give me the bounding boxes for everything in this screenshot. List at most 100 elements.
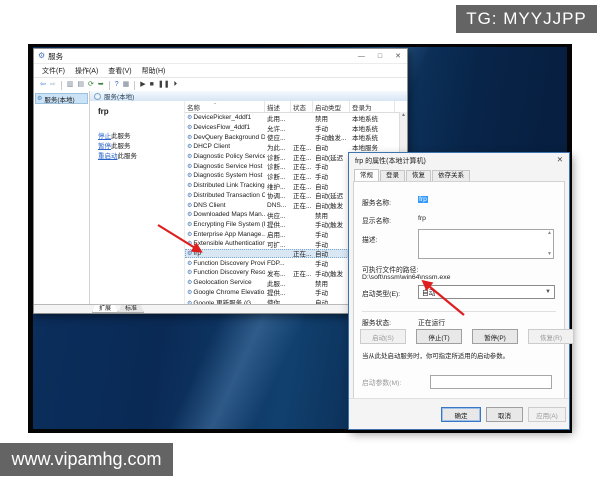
column-header[interactable]: 名称ˆ [185,101,265,112]
startup-params-input[interactable] [430,375,552,389]
close-icon[interactable]: ✕ [395,52,401,60]
startup-type-cell: 自动 [313,142,350,152]
service-name-cell: ⚙Function Discovery Provi... [185,260,265,267]
resume-button: 恢复(R) [528,329,574,344]
startup-type-cell: 手动(触发 [313,219,350,229]
description-input[interactable]: ▲ ▼ [418,229,554,259]
service-gear-icon: ⚙ [187,125,192,131]
tree-item-services-local[interactable]: ⚙ 服务(本地) [35,93,88,104]
dialog-tab[interactable]: 常规 [354,169,379,181]
dialog-tab[interactable]: 恢复 [406,170,431,181]
service-gear-icon: ⚙ [187,164,192,170]
properties-icon[interactable]: ▤ [77,80,84,90]
service-gear-icon: ⚙ [187,270,192,276]
startup-type-cell: 禁用 [313,210,350,220]
link-rest-text: 此服务 [111,133,131,140]
table-row[interactable]: ⚙DevicePicker_4ddf1此用...禁用本地系统 [185,113,407,123]
startup-type-select[interactable]: 自动 ▼ [418,285,555,299]
menu-item[interactable]: 查看(V) [103,66,136,76]
status-cell: 正在... [291,190,313,200]
description-cell: 发布... [265,268,291,278]
frp-properties-dialog: frp 的属性(本地计算机) ✕ 常规登录恢复依存关系 服务名称: frp 显示… [348,152,570,430]
startup-type-cell: 手动 [313,171,350,181]
extended-view-icon[interactable]: ▦ [123,80,130,90]
forward-icon[interactable]: ⇨ [50,80,56,90]
logon-cell: 本地系统 [350,123,395,133]
service-action-link[interactable]: 暂停此服务 [98,142,184,152]
column-header[interactable]: 启动类型 [313,101,350,112]
selected-service-panel: frp 停止此服务暂停此服务重启动此服务 [90,101,184,305]
service-action-link[interactable]: 停止此服务 [98,132,184,142]
services-titlebar[interactable]: ⚙ 服务 — □ ✕ [34,49,407,63]
description-cell: 诊断... [265,161,291,171]
pause-service-icon[interactable]: ❚❚ [158,80,170,90]
start-service-icon[interactable]: ▶ [140,80,145,90]
menu-item[interactable]: 帮助(H) [137,66,171,76]
description-cell: 使应... [265,132,291,142]
toolbar-separator [61,81,62,90]
back-icon[interactable]: ⇦ [40,80,46,90]
status-cell: 正在... [291,268,313,278]
screenshot-frame: ⚙ 服务 — □ ✕ 文件(F)操作(A)查看(V)帮助(H) ⇦ ⇨ ▥▤ ⟳ ➥? ▦… [28,44,572,433]
link-hot-text[interactable]: 停止 [98,133,111,140]
startup-params-label: 启动参数(M): [362,377,401,387]
dialog-tab[interactable]: 登录 [380,170,405,181]
service-name-cell: ⚙Function Discovery Reso... [185,269,265,276]
services-node-icon: ⚙ [37,95,42,102]
divider [362,311,556,312]
startup-params-note: 当从此处启动服务时，你可指定所适用的启动参数。 [362,351,556,360]
stop-button[interactable]: 停止(T) [416,329,462,344]
service-status-label: 服务状态: [362,317,391,327]
service-gear-icon: ⚙ [187,183,192,189]
service-name-cell: ⚙Enterprise App Manage... [185,231,265,238]
status-cell: 正在... [291,152,313,162]
pause-button[interactable]: 暂停(P) [472,329,518,344]
service-name-cell: ⚙Diagnostic System Host [185,172,265,179]
scroll-up-icon[interactable]: ▲ [547,231,552,236]
column-header[interactable]: 登录为 [350,101,395,112]
tab-extended[interactable]: 扩展 [92,305,118,313]
table-row[interactable]: ⚙DevicesFlow_4ddf1允许...手动本地系统 [185,123,407,133]
restart-service-icon[interactable]: ⏵ [174,80,178,90]
table-row[interactable]: ⚙DevQuery Background D...使应...手动触发...本地系… [185,132,407,142]
menu-item[interactable]: 文件(F) [37,66,70,76]
link-hot-text[interactable]: 重启动 [98,153,118,160]
description-cell: 维护... [265,181,291,191]
startup-type-cell: 自动(延迟 [313,152,350,162]
sort-indicator-icon: ˆ [214,103,216,110]
dialog-tab[interactable]: 依存关系 [432,170,470,181]
help-icon[interactable]: ? [115,80,119,90]
scroll-down-icon[interactable]: ▼ [547,252,552,257]
startup-type-cell: 禁用 [313,113,350,123]
table-row[interactable]: ⚙DHCP Client为此...正在...自动本地服务 [185,142,407,152]
startup-type-cell: 手动 [313,287,350,297]
service-name-cell: ⚙Distributed Transaction C... [185,192,265,199]
console-tree-icon[interactable]: ▥ [67,80,74,90]
refresh-icon[interactable]: ⟳ [88,80,94,90]
tab-standard[interactable]: 标准 [118,305,144,313]
logon-cell: 本地系统 [350,113,395,123]
menu-item[interactable]: 操作(A) [70,66,103,76]
minimize-icon[interactable]: — [358,53,365,60]
ok-button[interactable]: 确定 [441,407,481,422]
services-app-icon: ⚙ [38,52,45,60]
screenshot-root: TG: MYYJJPP www.vipamhg.com ⚙ 服务 — □ ✕ 文… [0,0,600,480]
service-gear-icon: ⚙ [187,241,192,247]
maximize-icon[interactable]: □ [378,53,382,60]
link-hot-text[interactable]: 暂停 [98,143,111,150]
stop-service-icon[interactable]: ■ [150,80,154,90]
watermark-top: TG: MYYJJPP [456,5,597,33]
status-cell: 正在... [291,248,313,258]
cancel-button[interactable]: 取消 [486,407,523,422]
column-header[interactable]: 状态 [291,101,313,112]
dialog-close-icon[interactable]: ✕ [557,155,563,164]
export-list-icon[interactable]: ➥ [98,80,104,90]
display-name-value: frp [418,215,426,222]
dialog-titlebar[interactable]: frp 的属性(本地计算机) ✕ [349,153,569,168]
scroll-up-icon[interactable]: ▲ [400,112,407,118]
service-name-cell: ⚙DNS Client [185,202,265,209]
startup-type-cell: 手动 [313,229,350,239]
column-header[interactable]: 描述 [265,101,291,112]
apply-button: 应用(A) [528,407,566,422]
service-action-link[interactable]: 重启动此服务 [98,152,184,162]
